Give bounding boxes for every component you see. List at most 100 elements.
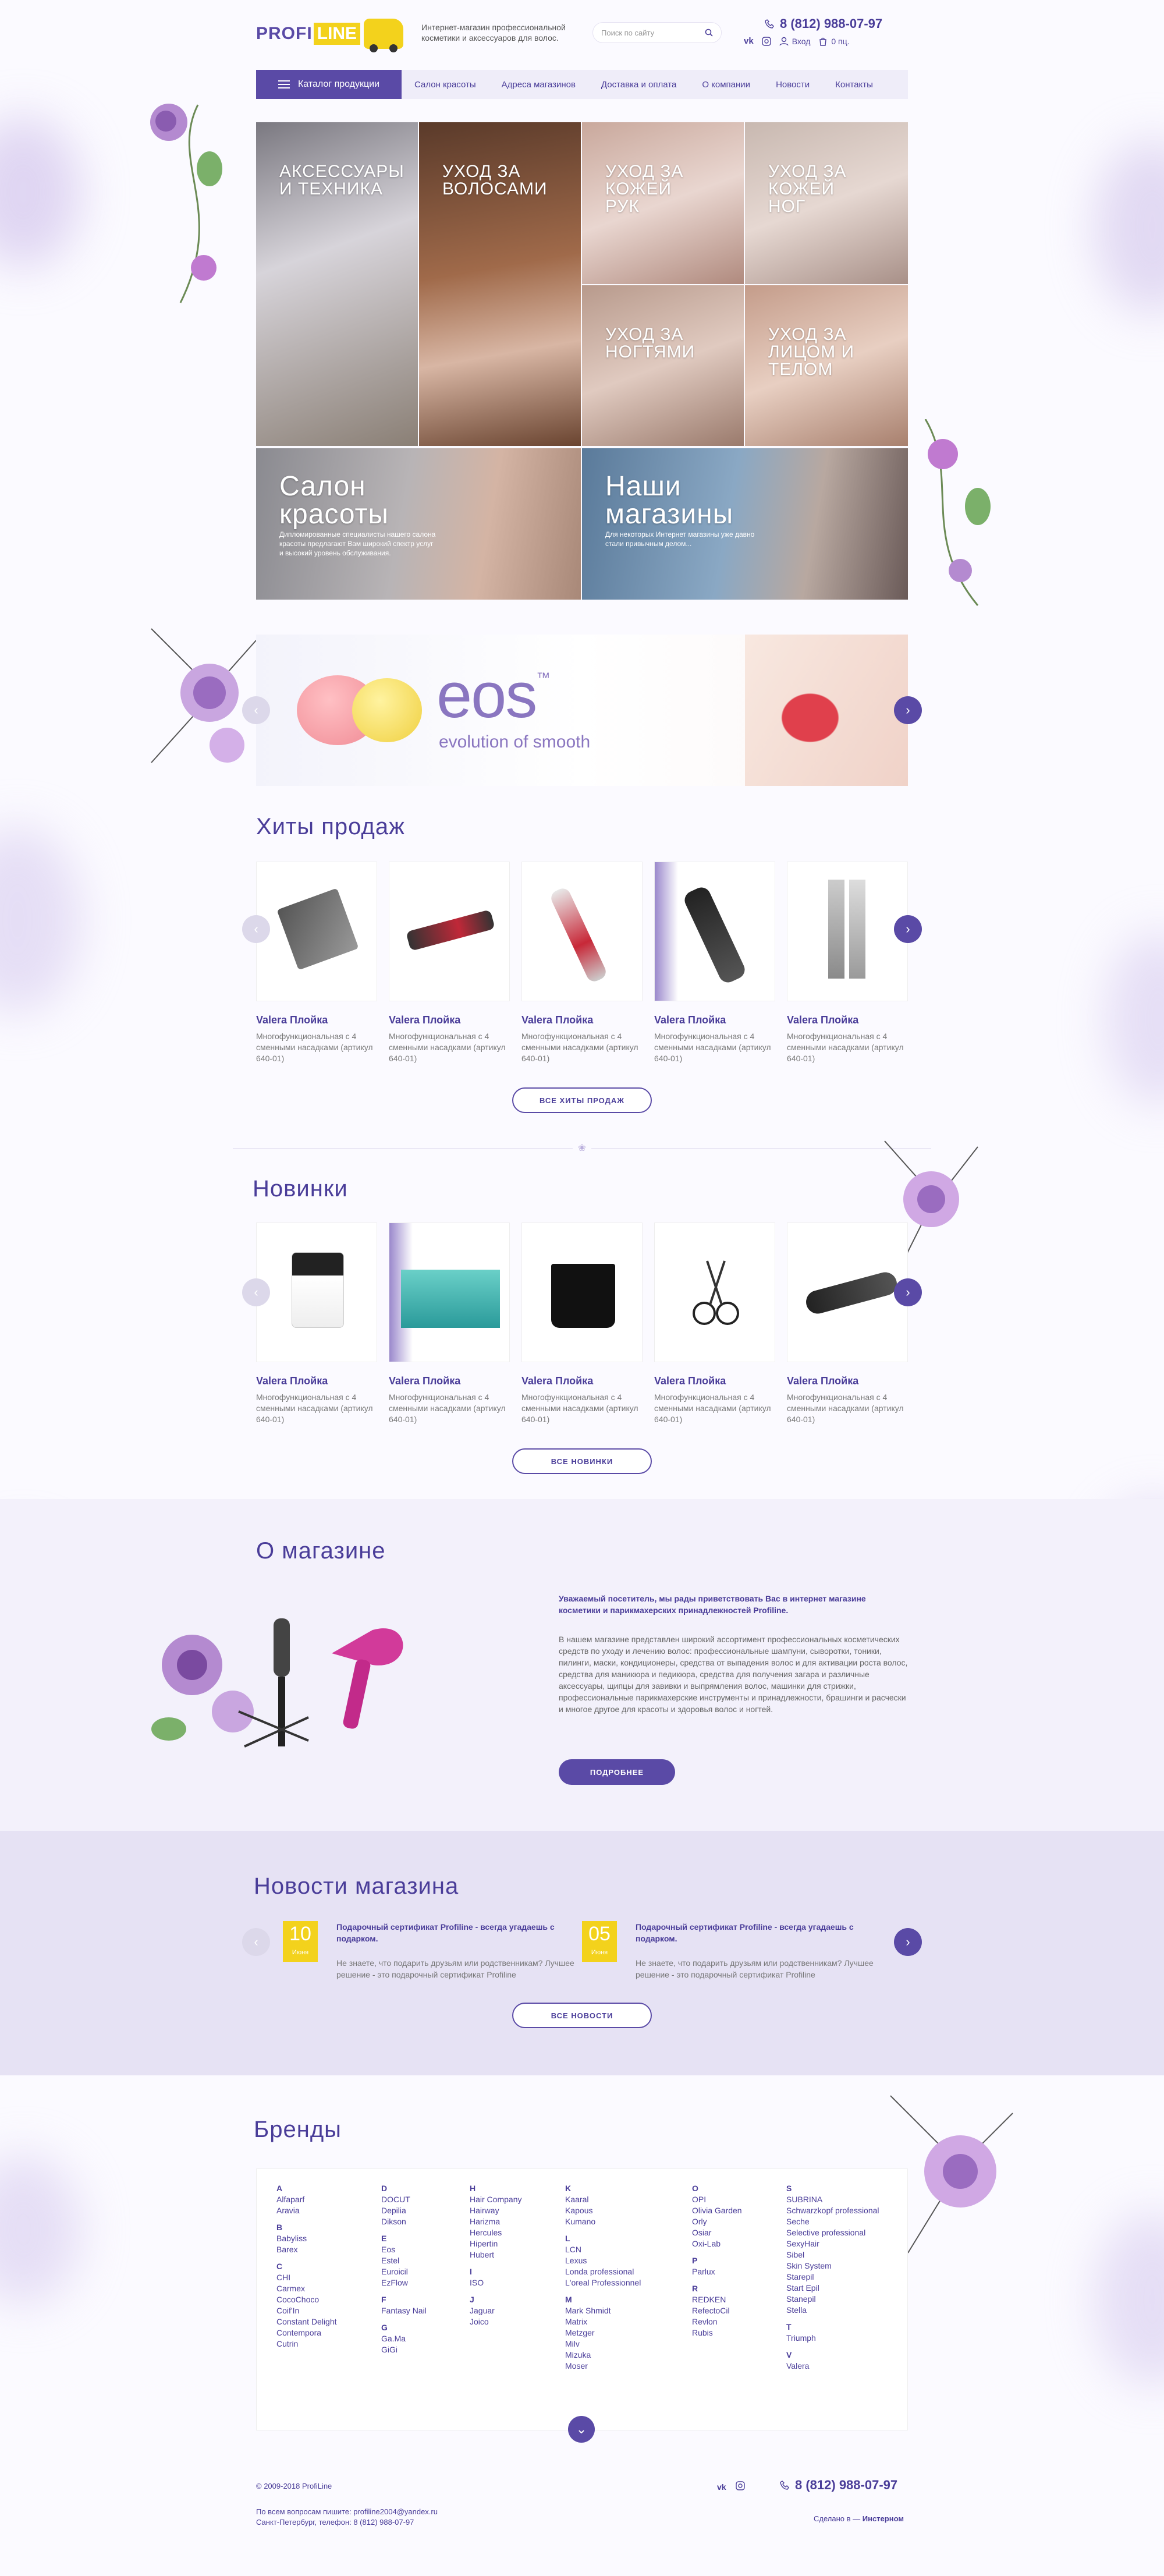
brand-link[interactable]: Hairway: [470, 2205, 521, 2216]
banner-prev-arrow[interactable]: ‹: [242, 696, 270, 724]
brand-link[interactable]: LCN: [565, 2244, 641, 2255]
brand-link[interactable]: Barex: [276, 2244, 337, 2255]
brand-link[interactable]: Hair Company: [470, 2194, 521, 2205]
brand-link[interactable]: Alfaparf: [276, 2194, 337, 2205]
brand-link[interactable]: Mark Shmidt: [565, 2305, 641, 2316]
product-card[interactable]: Valera Плойка Многофункциональная с 4 см…: [389, 862, 510, 1064]
nav-item-salon[interactable]: Салон красоты: [402, 80, 489, 90]
nav-item-contacts[interactable]: Контакты: [822, 80, 886, 90]
brand-link[interactable]: Olivia Garden: [692, 2205, 742, 2216]
brand-link[interactable]: ISO: [470, 2277, 521, 2288]
tile-nail-care[interactable]: Уход за ногтями: [582, 285, 744, 446]
news-next-arrow[interactable]: ›: [894, 1928, 922, 1956]
brand-link[interactable]: Londa professional: [565, 2266, 641, 2277]
brand-link[interactable]: Kapous: [565, 2205, 641, 2216]
product-name[interactable]: Valera Плойка: [787, 1014, 908, 1026]
product-card[interactable]: Valera Плойка Многофункциональная с 4 см…: [256, 862, 377, 1064]
brand-link[interactable]: Schwarzkopf professional: [786, 2205, 879, 2216]
brand-link[interactable]: Lexus: [565, 2255, 641, 2266]
brand-link[interactable]: Triumph: [786, 2333, 879, 2344]
product-name[interactable]: Valera Плойка: [787, 1375, 908, 1387]
brand-link[interactable]: Revlon: [692, 2316, 742, 2327]
brand-link[interactable]: Moser: [565, 2361, 641, 2372]
banner-next-arrow[interactable]: ›: [894, 696, 922, 724]
nav-item-stores[interactable]: Адреса магазинов: [489, 80, 588, 90]
brands-expand-button[interactable]: ⌄: [568, 2416, 595, 2443]
brand-link[interactable]: DOCUT: [381, 2194, 427, 2205]
brand-link[interactable]: Depilia: [381, 2205, 427, 2216]
product-card[interactable]: Valera Плойка Многофункциональная с 4 см…: [787, 862, 908, 1064]
brand-link[interactable]: Cutrin: [276, 2338, 337, 2350]
hits-prev-arrow[interactable]: ‹: [242, 915, 270, 943]
brand-link[interactable]: Ga.Ma: [381, 2333, 427, 2344]
brand-link[interactable]: Sibel: [786, 2249, 879, 2260]
instagram-icon[interactable]: [735, 2481, 745, 2492]
brand-link[interactable]: Parlux: [692, 2266, 742, 2277]
nav-item-about[interactable]: О компании: [689, 80, 763, 90]
footer-phone[interactable]: 8 (812) 988-07-97: [780, 2478, 897, 2493]
brand-link[interactable]: Stanepil: [786, 2294, 879, 2305]
product-name[interactable]: Valera Плойка: [521, 1375, 643, 1387]
tile-foot-care[interactable]: Уход за кожей ног: [745, 122, 908, 284]
product-name[interactable]: Valera Плойка: [389, 1014, 510, 1026]
brand-link[interactable]: REDKEN: [692, 2294, 742, 2305]
product-name[interactable]: Valera Плойка: [654, 1375, 775, 1387]
brand-link[interactable]: L'oreal Professionnel: [565, 2277, 641, 2288]
product-name[interactable]: Valera Плойка: [521, 1014, 643, 1026]
promo-banner[interactable]: eos™ evolution of smooth: [256, 635, 908, 786]
vk-icon[interactable]: vk: [744, 36, 754, 46]
brand-link[interactable]: Selective professional: [786, 2227, 879, 2238]
product-card[interactable]: Valera Плойка Многофункциональная с 4 см…: [521, 1223, 643, 1425]
brand-link[interactable]: Hercules: [470, 2227, 521, 2238]
brand-link[interactable]: Starepil: [786, 2272, 879, 2283]
product-card[interactable]: Valera Плойка Многофункциональная с 4 см…: [521, 862, 643, 1064]
brand-link[interactable]: Aravia: [276, 2205, 337, 2216]
brand-link[interactable]: Milv: [565, 2338, 641, 2350]
brand-link[interactable]: SUBRINA: [786, 2194, 879, 2205]
brand-link[interactable]: Valera: [786, 2361, 879, 2372]
search-input[interactable]: Поиск по сайту: [592, 22, 722, 43]
brand-link[interactable]: Matrix: [565, 2316, 641, 2327]
brand-link[interactable]: Carmex: [276, 2283, 337, 2294]
brand-link[interactable]: Metzger: [565, 2327, 641, 2338]
all-hits-button[interactable]: ВСЕ ХИТЫ ПРОДАЖ: [512, 1087, 652, 1113]
brand-link[interactable]: RefectoCil: [692, 2305, 742, 2316]
brand-link[interactable]: Mizuka: [565, 2350, 641, 2361]
all-new-button[interactable]: ВСЕ НОВИНКИ: [512, 1448, 652, 1474]
search-icon[interactable]: [705, 29, 713, 37]
product-name[interactable]: Valera Плойка: [256, 1014, 377, 1026]
news-item-title[interactable]: Подарочный сертификат Profiline - всегда…: [636, 1921, 868, 1944]
product-name[interactable]: Valera Плойка: [256, 1375, 377, 1387]
new-next-arrow[interactable]: ›: [894, 1278, 922, 1306]
instagram-icon[interactable]: [761, 36, 771, 46]
brand-link[interactable]: Fantasy Nail: [381, 2305, 427, 2316]
brand-link[interactable]: Babyliss: [276, 2233, 337, 2244]
brand-link[interactable]: CHI: [276, 2272, 337, 2283]
tile-hair-care[interactable]: Уход за волосами: [419, 122, 581, 446]
brand-link[interactable]: GiGi: [381, 2344, 427, 2355]
brand-link[interactable]: Joico: [470, 2316, 521, 2327]
tile-hand-care[interactable]: Уход за кожей рук: [582, 122, 744, 284]
brand-link[interactable]: Hipertin: [470, 2238, 521, 2249]
product-card[interactable]: Valera Плойка Многофункциональная с 4 см…: [389, 1223, 510, 1425]
vk-icon[interactable]: vk: [717, 2482, 726, 2492]
brand-link[interactable]: Contempora: [276, 2327, 337, 2338]
brand-link[interactable]: Kumano: [565, 2216, 641, 2227]
brand-link[interactable]: Osiar: [692, 2227, 742, 2238]
news-item-title[interactable]: Подарочный сертификат Profiline - всегда…: [336, 1921, 569, 1944]
brand-link[interactable]: EzFlow: [381, 2277, 427, 2288]
brand-link[interactable]: Rubis: [692, 2327, 742, 2338]
tile-our-stores[interactable]: Наши магазины Для некоторых Интернет маг…: [582, 448, 908, 600]
brand-link[interactable]: Hubert: [470, 2249, 521, 2260]
product-name[interactable]: Valera Плойка: [654, 1014, 775, 1026]
brand-link[interactable]: Jaguar: [470, 2305, 521, 2316]
brand-link[interactable]: Harizma: [470, 2216, 521, 2227]
brand-link[interactable]: Seche: [786, 2216, 879, 2227]
brand-link[interactable]: Orly: [692, 2216, 742, 2227]
brand-link[interactable]: Dikson: [381, 2216, 427, 2227]
brand-link[interactable]: Skin System: [786, 2260, 879, 2272]
brand-link[interactable]: Eos: [381, 2244, 427, 2255]
tile-accessories[interactable]: Аксессуары и техника: [256, 122, 418, 446]
catalog-button[interactable]: Каталог продукции: [256, 70, 402, 99]
tile-face-body-care[interactable]: Уход за лицом и телом: [745, 285, 908, 446]
